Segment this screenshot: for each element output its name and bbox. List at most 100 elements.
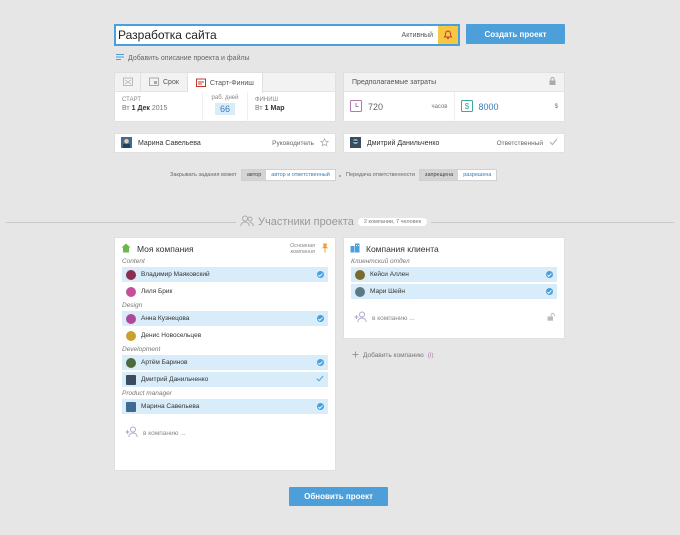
pin-icon[interactable] (321, 243, 329, 255)
member-row[interactable]: Артём Баринов (122, 355, 328, 370)
avatar (355, 269, 365, 280)
start-year: 2015 (151, 105, 168, 112)
plus-icon (352, 351, 359, 360)
member-row[interactable]: Лиля Брик (122, 284, 328, 299)
check-circle-icon[interactable] (317, 315, 324, 322)
start-date[interactable]: СТАРТ Вт 1 Дек 2015 (115, 92, 202, 122)
member-row[interactable]: Мари Шейн (351, 284, 557, 299)
my-company-panel: Моя компания Основная компания Content Вл… (114, 237, 336, 471)
money-unit: $ (554, 104, 558, 110)
member-row[interactable]: Денис Новосельцев (122, 328, 328, 343)
participants-summary: 2 компании, 7 человек (357, 218, 428, 226)
add-member-label: в компанию ... (143, 429, 186, 437)
project-title-box: Активный (114, 24, 460, 46)
days-value[interactable]: 66 (214, 103, 235, 115)
check-circle-icon[interactable] (546, 288, 553, 295)
group-product-manager-label: Product manager (122, 390, 172, 397)
member-name: Денис Новосельцев (141, 332, 202, 339)
responsible-row[interactable]: Дмитрий Данильченко Ответственный (343, 133, 565, 153)
member-name: Лиля Брик (141, 288, 173, 295)
hours-value: 720 (368, 102, 384, 112)
add-person-icon (125, 426, 139, 440)
check-circle-icon[interactable] (546, 271, 553, 278)
avatar (355, 286, 365, 297)
member-name: Кейси Аллен (370, 271, 409, 278)
calendar-off-icon (122, 77, 133, 88)
lock-icon[interactable] (549, 77, 556, 87)
project-title-input[interactable] (116, 26, 402, 44)
group-development-label: Development (122, 346, 161, 353)
member-name: Артём Баринов (141, 359, 188, 366)
create-project-button[interactable]: Создать проект (466, 24, 565, 44)
member-row[interactable]: Владимир Маяковский (122, 267, 328, 282)
star-icon[interactable] (319, 137, 330, 149)
transfer-option-allowed[interactable]: разрешена (458, 170, 497, 180)
member-row[interactable]: Дмитрий Данильченко (122, 372, 328, 387)
participants-title: Участники проекта (258, 216, 354, 228)
manager-name: Марина Савельева (138, 139, 201, 147)
calendar-icon (149, 77, 159, 88)
avatar (121, 136, 132, 150)
start-date-value: 1 Дек (131, 105, 150, 112)
days-label: раб. дней (211, 95, 239, 101)
avatar (126, 330, 136, 341)
participants-header: Участники проекта 2 компании, 7 человек (236, 215, 432, 229)
add-description-link[interactable]: Добавить описание проекта и файлы (116, 54, 250, 62)
tab-no-deadline[interactable] (115, 73, 141, 91)
finish-date-value: 1 Мар (264, 105, 285, 112)
checkmark-icon[interactable] (549, 138, 558, 148)
tab-deadline-label: Срок (163, 78, 179, 86)
start-finish-icon (195, 78, 206, 89)
update-project-button[interactable]: Обновить проект (289, 487, 388, 506)
people-icon (240, 215, 254, 229)
tab-start-finish-label: Старт-Финиш (209, 79, 254, 87)
transfer-option-forbidden[interactable]: запрещена (419, 170, 459, 180)
check-circle-icon[interactable] (317, 359, 324, 366)
avatar (126, 374, 136, 385)
work-days: раб. дней 66 (202, 92, 248, 122)
avatar (126, 401, 136, 412)
member-row[interactable]: Анна Кузнецова (122, 311, 328, 326)
lines-icon (116, 54, 124, 62)
check-circle-icon[interactable] (317, 403, 324, 410)
costs-title: Предполагаемые затраты (352, 78, 437, 86)
finish-day: Вт (255, 105, 263, 112)
unlock-icon[interactable] (547, 313, 556, 323)
add-company-label: Добавить компанию (363, 352, 424, 359)
close-option-author[interactable]: автор (241, 170, 267, 180)
client-company-panel: Компания клиента Клиентский отдел Кейси … (343, 237, 565, 339)
member-row[interactable]: Кейси Аллен (351, 267, 557, 282)
my-company-groups: Content Владимир Маяковский Лиля Брик De… (115, 257, 335, 414)
member-name: Мари Шейн (370, 288, 405, 295)
group-design-label: Design (122, 302, 143, 309)
start-label: СТАРТ (122, 97, 141, 103)
responsible-name: Дмитрий Данильченко (367, 139, 440, 147)
tab-start-finish[interactable]: Старт-Финиш (187, 73, 263, 93)
transfer-setting: Передача ответственности запрещена разре… (346, 169, 498, 181)
money-cell[interactable]: $ 8000 $ (453, 92, 565, 122)
add-member-my-company[interactable]: в компанию ... (115, 426, 335, 440)
checkmark-icon[interactable] (316, 375, 324, 384)
status-selector[interactable]: Активный (402, 32, 438, 39)
add-company-link[interactable]: Добавить компанию (i) (352, 351, 434, 360)
manager-row[interactable]: Марина Савельева Руководитель (114, 133, 336, 153)
transfer-toggle: запрещена разрешена (418, 169, 498, 181)
finish-date[interactable]: ФИНИШ Вт 1 Мар (248, 92, 335, 122)
avatar (126, 269, 136, 280)
close-option-author-responsible[interactable]: автор и ответственный (266, 170, 335, 180)
add-description-label: Добавить описание проекта и файлы (128, 54, 250, 62)
add-person-icon (354, 311, 368, 325)
group-client-dept-label: Клиентский отдел (351, 258, 410, 265)
hours-cell[interactable]: 720 часов (344, 92, 454, 122)
add-member-client-company[interactable]: в компанию ... (344, 311, 564, 325)
member-row[interactable]: Марина Савельева (122, 399, 328, 414)
tab-deadline[interactable]: Срок (141, 73, 188, 91)
manager-role: Руководитель (272, 139, 314, 147)
my-company-title: Моя компания (137, 244, 194, 254)
home-icon (121, 243, 131, 255)
bell-icon[interactable] (438, 26, 458, 44)
avatar (350, 136, 361, 150)
building-icon (350, 243, 360, 255)
check-circle-icon[interactable] (317, 271, 324, 278)
svg-text:$: $ (464, 102, 469, 111)
